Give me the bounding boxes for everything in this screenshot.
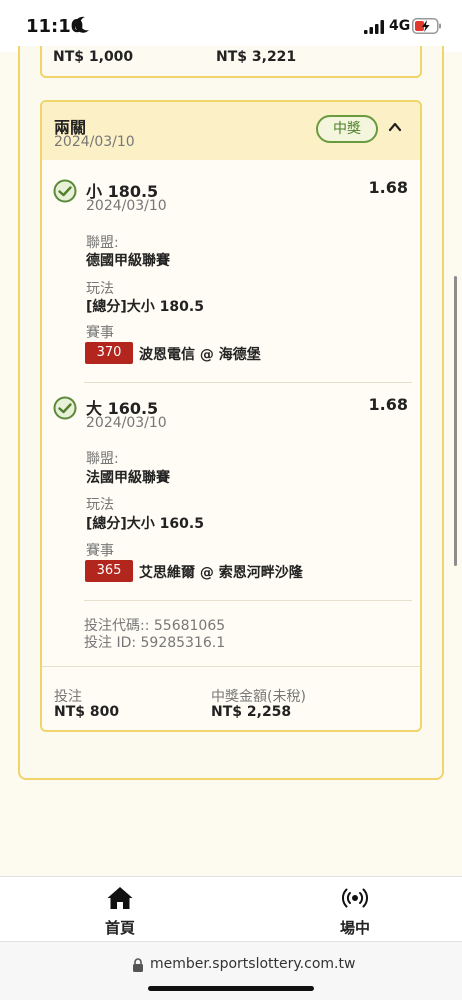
match-name: 波恩電信 @ 海德堡 [139,347,261,363]
chevron-up-icon[interactable] [388,120,402,134]
market-label: 玩法 [86,497,114,513]
match-name: 艾思維爾 @ 索恩河畔沙隆 [139,565,303,581]
event-label: 賽事 [86,325,114,341]
league-label: 聯盟: [86,235,119,251]
status-bar: 11:10 4G [0,0,462,52]
home-icon [107,887,133,909]
check-circle-icon [53,396,77,420]
league-value: 德國甲級聯賽 [86,253,170,269]
divider [84,600,412,601]
home-indicator [148,986,314,991]
bet-card: 兩關 2024/03/10 中獎 小 180.5 2024/03/10 1.68… [40,100,422,732]
check-circle-icon [53,179,77,203]
previous-bet-payout: NT$ 3,221 [216,49,297,65]
live-broadcast-icon [342,888,368,908]
tab-home[interactable]: 首頁 [75,877,165,943]
match-number-badge: 365 [85,560,133,582]
payout-label: 中獎金額(未稅) [211,689,306,705]
moon-icon [74,16,89,33]
signal-icon [364,20,384,34]
url-text: member.sportslottery.com.tw [150,956,356,972]
bet-card-header[interactable]: 兩關 2024/03/10 中獎 [42,102,420,160]
scrollbar[interactable] [454,276,457,566]
selection-odds: 1.68 [368,178,408,197]
status-badge: 中獎 [316,115,378,143]
market-label: 玩法 [86,281,114,297]
payout-value: NT$ 2,258 [211,704,292,720]
tab-live[interactable]: 場中 [310,877,400,943]
lock-icon [133,958,143,972]
divider [42,666,420,667]
match-number-badge: 370 [85,342,133,364]
network-label: 4G [389,18,411,34]
browser-url-bar[interactable]: member.sportslottery.com.tw [0,942,462,1000]
bet-id: 投注 ID: 59285316.1 [84,635,226,651]
stake-label: 投注 [54,689,82,705]
battery-icon [412,18,441,34]
selection-odds: 1.68 [368,395,408,414]
bet-date: 2024/03/10 [54,134,135,150]
event-label: 賽事 [86,543,114,559]
bottom-tab-bar: 首頁 場中 [0,876,462,942]
previous-bet-stake: NT$ 1,000 [53,49,134,65]
selection-date: 2024/03/10 [86,415,167,431]
market-value: [總分]大小 160.5 [86,516,204,532]
market-value: [總分]大小 180.5 [86,299,204,315]
stake-value: NT$ 800 [54,704,120,720]
divider [84,382,412,383]
tab-label: 場中 [339,919,370,937]
tab-label: 首頁 [104,919,135,937]
selection-date: 2024/03/10 [86,198,167,214]
league-label: 聯盟: [86,451,119,467]
league-value: 法國甲級聯賽 [86,470,170,486]
